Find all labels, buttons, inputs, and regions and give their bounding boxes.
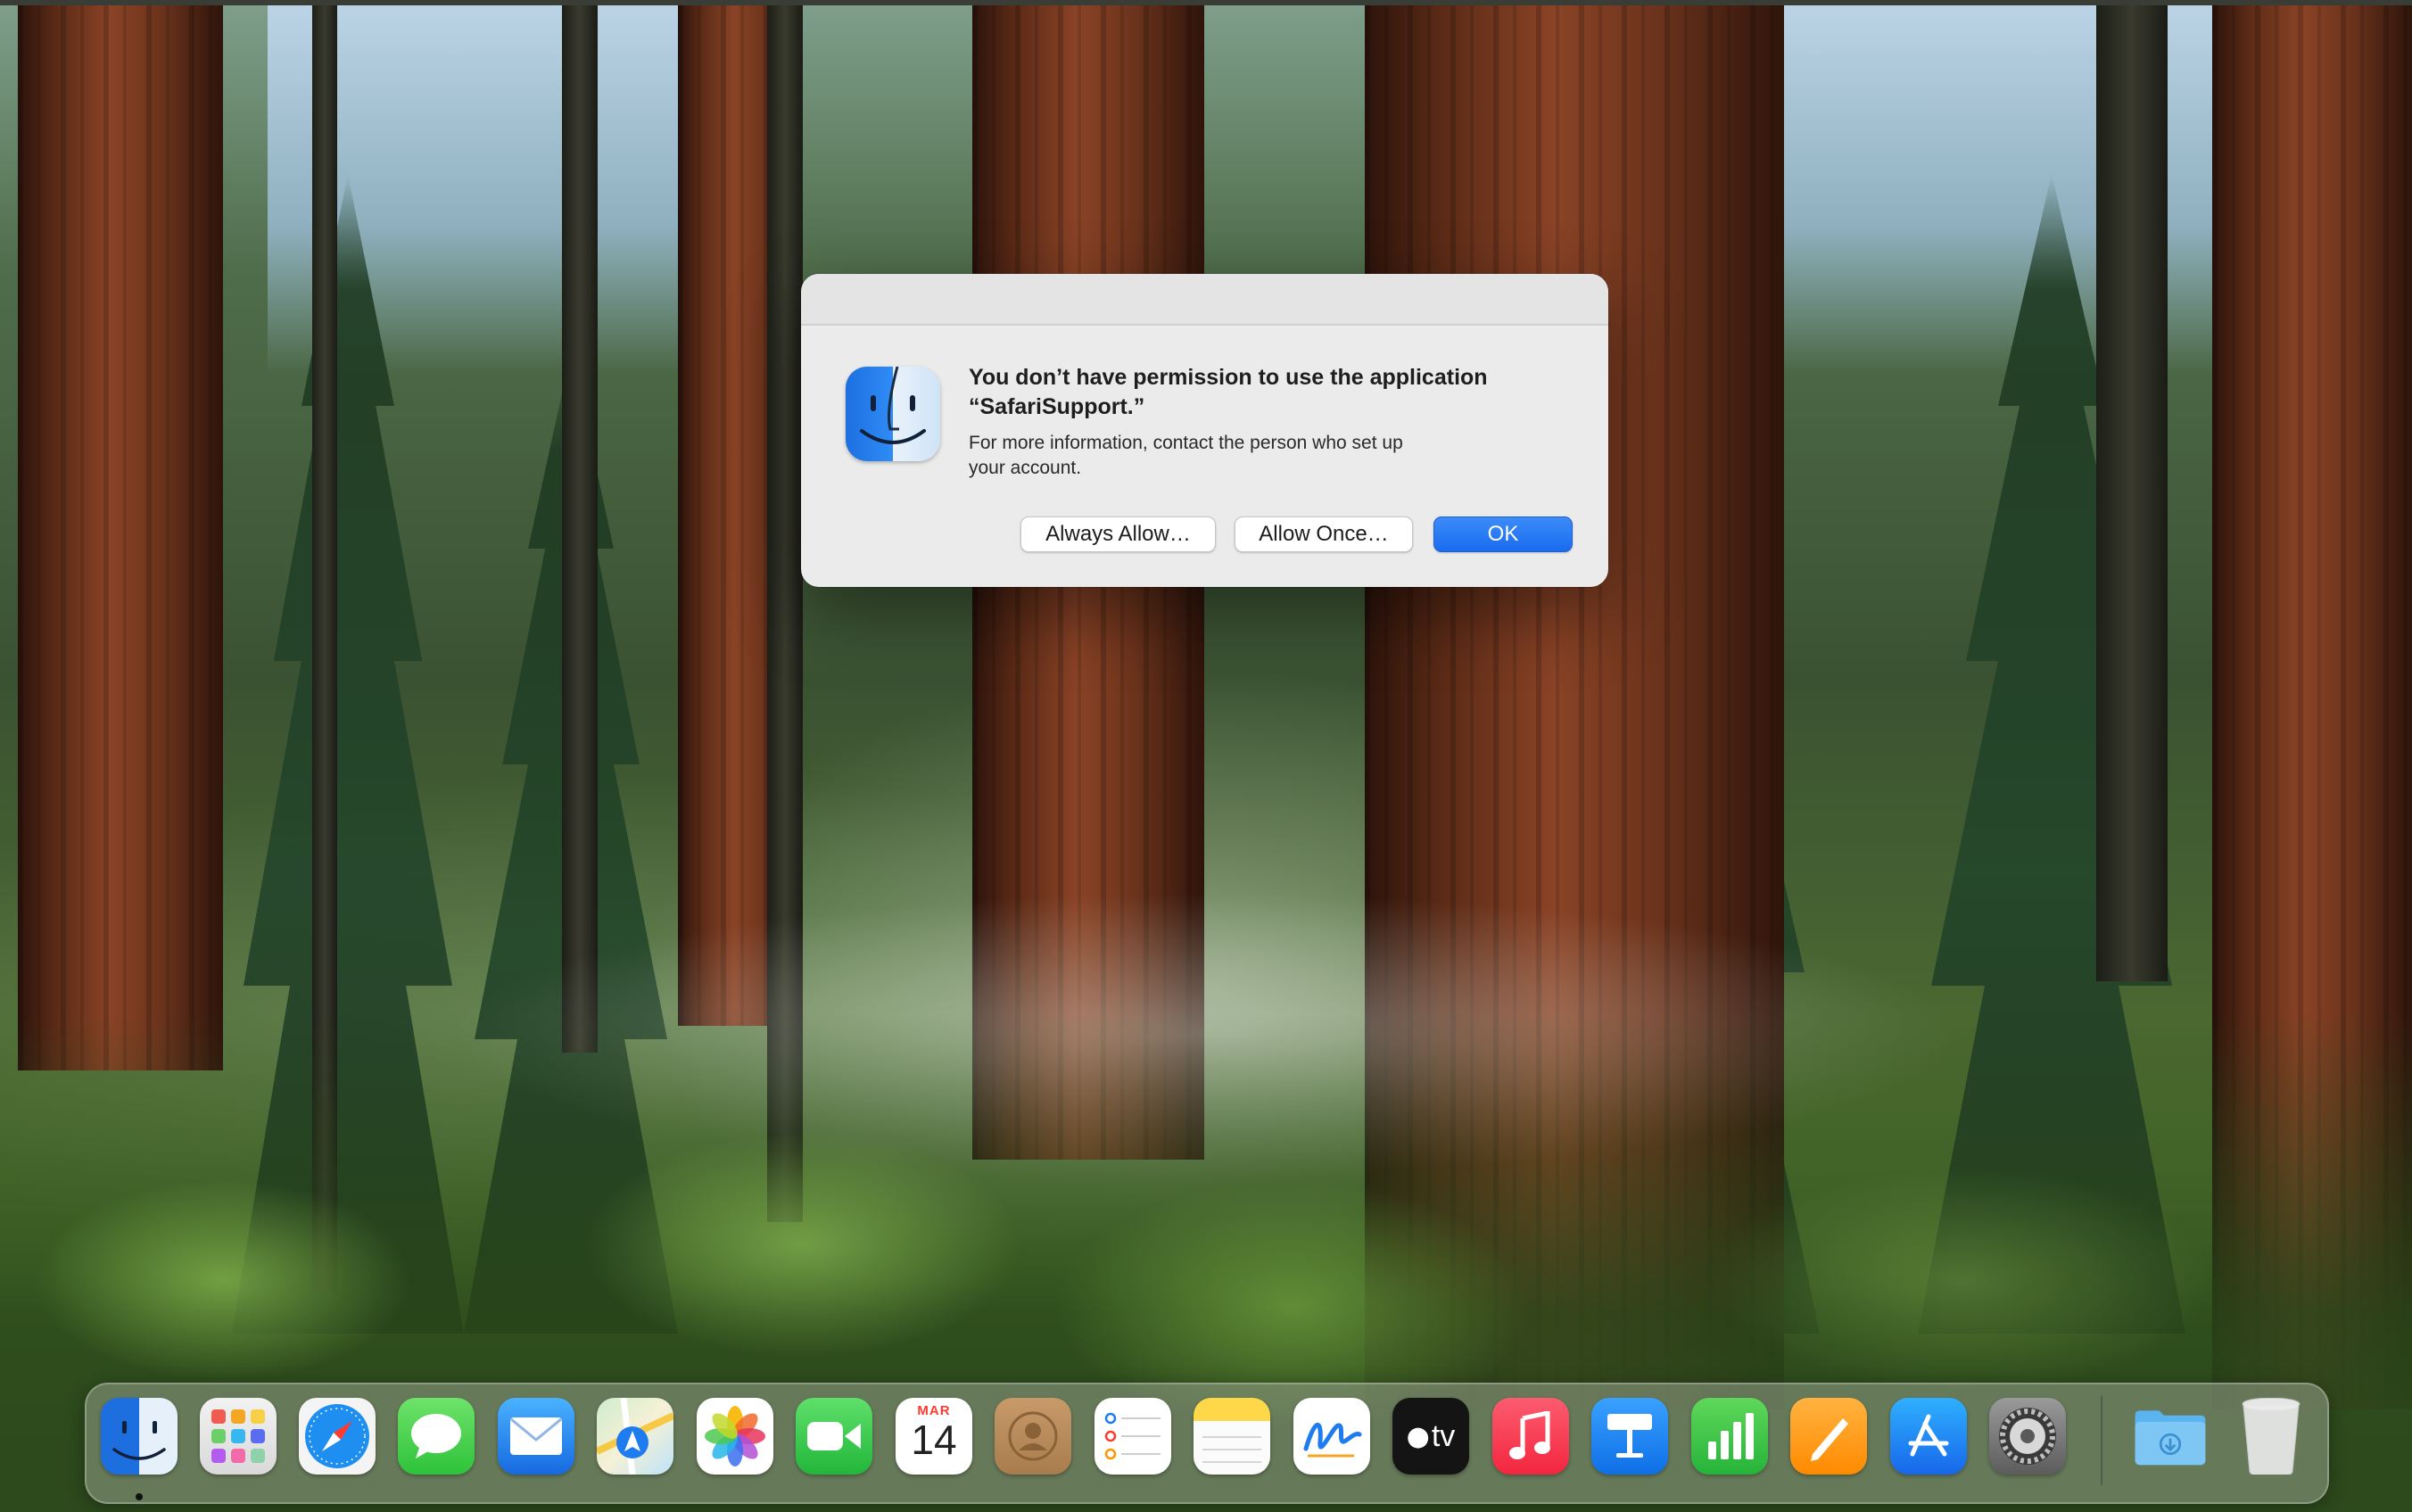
dock-downloads-folder-icon[interactable] [2132, 1398, 2209, 1475]
music-note-icon [1509, 1411, 1550, 1459]
finder-running-indicator [136, 1493, 143, 1500]
dialog-titlebar[interactable] [801, 274, 1608, 326]
dock-apple-tv-icon[interactable]: ● tv [1392, 1398, 1469, 1475]
dock-contacts-icon[interactable] [995, 1398, 1071, 1475]
dock-separator [2101, 1396, 2102, 1485]
map-arrow-icon [597, 1398, 673, 1475]
compass-icon [305, 1404, 369, 1468]
dock-freeform-icon[interactable] [1293, 1398, 1370, 1475]
allow-once-button[interactable]: Allow Once… [1235, 516, 1413, 552]
dock-notes-icon[interactable] [1194, 1398, 1270, 1475]
dock-finder-icon[interactable] [101, 1398, 178, 1475]
tv-label: tv [1431, 1418, 1456, 1453]
dock-messages-icon[interactable] [398, 1398, 475, 1475]
dock-reminders-icon[interactable] [1094, 1398, 1171, 1475]
trash-can-icon [2242, 1398, 2300, 1475]
calendar-day: 14 [911, 1417, 957, 1463]
dock-safari-icon[interactable] [299, 1398, 376, 1475]
dock-system-settings-icon[interactable] [1989, 1398, 2066, 1475]
dock-launchpad-icon[interactable] [200, 1398, 277, 1475]
launchpad-grid-icon [211, 1409, 265, 1463]
desktop-wallpaper [0, 0, 2412, 1512]
dock-keynote-icon[interactable] [1591, 1398, 1668, 1475]
scribble-icon [1303, 1422, 1362, 1458]
permission-alert-dialog: You don’t have permission to use the app… [801, 274, 1608, 587]
notepad-icon [1202, 1436, 1261, 1463]
dock-app-store-icon[interactable] [1890, 1398, 1967, 1475]
bar-chart-icon [1708, 1413, 1754, 1459]
gear-icon [1999, 1408, 2056, 1465]
tree-trunk [2096, 0, 2168, 981]
finder-face-icon [112, 1421, 166, 1460]
photos-flower-icon [705, 1406, 765, 1467]
apple-logo-icon: ● [1406, 1420, 1430, 1452]
dialog-title: You don’t have permission to use the app… [969, 365, 1488, 419]
dock-music-icon[interactable] [1492, 1398, 1569, 1475]
dock-mail-icon[interactable] [498, 1398, 574, 1475]
dock-pages-icon[interactable] [1790, 1398, 1867, 1475]
dock-photos-icon[interactable] [697, 1398, 773, 1475]
ok-button[interactable]: OK [1433, 516, 1573, 552]
dock-facetime-icon[interactable] [796, 1398, 872, 1475]
video-camera-icon [807, 1422, 861, 1450]
menu-bar-edge [0, 0, 2412, 5]
finder-icon [846, 367, 940, 461]
envelope-icon [510, 1417, 562, 1455]
podium-icon [1607, 1414, 1652, 1458]
sequoia-trunk [18, 0, 223, 1070]
checklist-icon [1104, 1412, 1161, 1460]
speech-bubble-icon [411, 1414, 461, 1458]
pen-icon [1811, 1418, 1848, 1461]
dialog-message: For more information, contact the person… [969, 433, 1403, 478]
dock-numbers-icon[interactable] [1691, 1398, 1768, 1475]
folder-download-icon [2135, 1410, 2206, 1466]
always-allow-button[interactable]: Always Allow… [1020, 516, 1216, 552]
finder-face-icon [860, 367, 926, 444]
dock-trash-icon[interactable] [2233, 1398, 2309, 1475]
app-store-a-icon [1908, 1414, 1949, 1457]
dock-maps-icon[interactable] [597, 1398, 673, 1475]
person-silhouette-icon [1008, 1411, 1058, 1461]
dock-calendar-icon[interactable]: MAR 14 [896, 1398, 972, 1475]
